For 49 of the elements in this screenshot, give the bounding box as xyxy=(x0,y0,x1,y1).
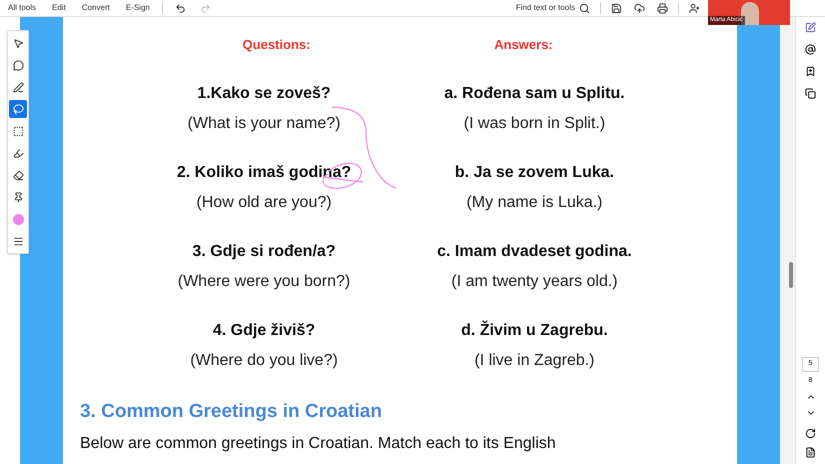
section-heading: 3. Common Greetings in Croatian xyxy=(80,400,383,424)
printer-icon[interactable] xyxy=(657,2,668,14)
eraser-icon xyxy=(12,170,24,180)
text-box-icon xyxy=(12,126,24,136)
section-paragraph: Below are common greetings in Croatian. Match each to its English xyxy=(80,434,557,454)
answer-text: c. Imam dvadeset godina. xyxy=(437,242,632,262)
rotate-icon[interactable] xyxy=(805,428,816,439)
menu-item[interactable]: E-Sign xyxy=(126,2,150,14)
question-text: 1.Kako se zoveš? xyxy=(197,84,331,104)
answer-translation: (I am twenty years old.) xyxy=(451,272,618,292)
menu-item[interactable]: All tools xyxy=(8,2,36,14)
answer-text: d. Živim u Zagrebu. xyxy=(461,320,608,340)
copy-icon[interactable] xyxy=(805,88,816,99)
undo-icon[interactable] xyxy=(174,2,186,14)
question-text: 3. Gdje si rođen/a? xyxy=(192,242,336,262)
scrollbar-thumb[interactable] xyxy=(789,262,793,288)
answer-text: b. Ja se zovem Luka. xyxy=(454,162,614,182)
questions-heading: Questions: xyxy=(242,36,312,54)
menu-icon xyxy=(12,236,24,246)
bookmark-icon[interactable] xyxy=(805,66,816,77)
question-translation: (What is your name?) xyxy=(188,114,340,134)
at-sign-icon[interactable] xyxy=(805,44,816,55)
pointer-icon xyxy=(12,38,24,48)
question-translation: (Where were you born?) xyxy=(178,272,350,292)
answer-translation: (I was born in Split.) xyxy=(464,114,606,134)
pen-icon xyxy=(12,82,24,92)
answers-heading: Answers: xyxy=(493,36,554,54)
question-text: 4. Gdje živiš? xyxy=(212,320,316,340)
file-icon[interactable] xyxy=(805,447,816,458)
user-plus-icon[interactable] xyxy=(689,2,700,14)
comment-icon xyxy=(12,60,24,70)
search-icon[interactable] xyxy=(579,2,590,14)
save-icon[interactable] xyxy=(611,2,622,14)
cloud-upload-icon[interactable] xyxy=(634,2,645,14)
question-translation: (How old are you?) xyxy=(196,192,332,212)
question-translation: (Where do you live?) xyxy=(190,350,338,370)
answer-translation: (My name is Luka.) xyxy=(466,192,603,212)
answer-text: a. Rođena sam u Splitu. xyxy=(444,84,625,104)
color-swatch[interactable] xyxy=(12,214,24,224)
question-text: 2. Koliko imaš godina? xyxy=(176,162,352,182)
menu-item[interactable]: Convert xyxy=(82,2,110,14)
answer-translation: (I live in Zagreb.) xyxy=(474,350,595,370)
pin-icon xyxy=(12,192,24,202)
edit-icon[interactable] xyxy=(805,22,816,33)
menu-item[interactable]: Edit xyxy=(52,2,66,14)
highlighter-icon xyxy=(12,148,24,158)
find-field[interactable]: Find text or tools xyxy=(516,2,575,14)
lasso-icon xyxy=(12,104,24,114)
person-silhouette-icon xyxy=(741,2,759,25)
